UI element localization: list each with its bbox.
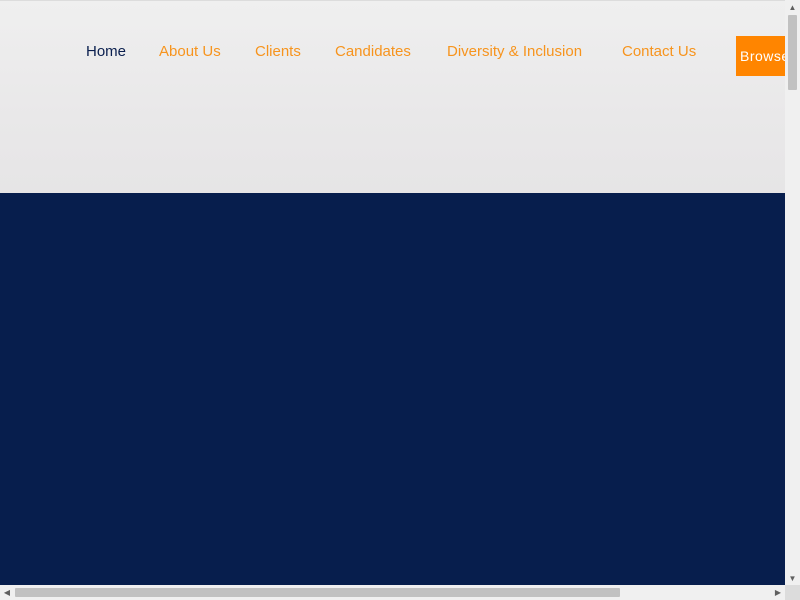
nav-candidates-link[interactable]: Candidates (335, 43, 411, 61)
scroll-right-arrow-icon[interactable]: ▶ (771, 585, 785, 600)
main-nav: Home About Us Clients Candidates Diversi… (0, 1, 785, 193)
horizontal-scrollbar[interactable]: ◀ ▶ (0, 585, 785, 600)
nav-contact-us-link[interactable]: Contact Us (622, 43, 696, 61)
horizontal-scroll-thumb[interactable] (15, 588, 620, 597)
scroll-up-arrow-icon[interactable]: ▲ (785, 0, 800, 14)
vertical-scroll-thumb[interactable] (788, 15, 797, 90)
page-viewport: Home About Us Clients Candidates Diversi… (0, 0, 785, 585)
nav-about-us-link[interactable]: About Us (159, 43, 221, 61)
scroll-left-arrow-icon[interactable]: ◀ (0, 585, 14, 600)
hero-banner (0, 193, 785, 585)
scroll-down-arrow-icon[interactable]: ▼ (785, 571, 800, 585)
vertical-scrollbar[interactable]: ▲ ▼ (785, 0, 800, 585)
nav-home-link[interactable]: Home (86, 43, 126, 61)
browse-button[interactable]: Browse (736, 36, 785, 76)
scrollbar-corner (785, 585, 800, 600)
site-header: Home About Us Clients Candidates Diversi… (0, 0, 785, 193)
nav-diversity-inclusion-link[interactable]: Diversity & Inclusion (447, 43, 582, 61)
nav-clients-link[interactable]: Clients (255, 43, 301, 61)
